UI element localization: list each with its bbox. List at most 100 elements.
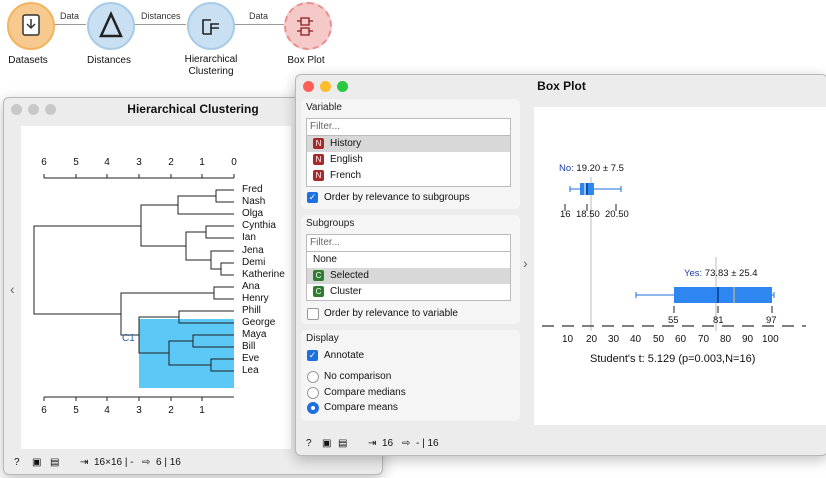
node-label: Hierarchical Clustering: [184, 54, 238, 77]
minimize-button[interactable]: [320, 81, 331, 92]
nominal-icon: N: [313, 169, 324, 181]
box-plot-chart[interactable]: [534, 107, 826, 425]
radio-label: Compare medians: [324, 387, 406, 398]
output-icon: ⇨: [402, 438, 411, 449]
axis-tick: 1: [199, 157, 205, 168]
no-annotation: No: 19.20 ± 7.5: [559, 163, 624, 174]
leaf-label[interactable]: Ian: [242, 232, 256, 244]
axis-tick: 30: [608, 334, 620, 345]
axis-tick: 90: [742, 334, 754, 345]
report-icon[interactable]: ▤: [338, 438, 347, 449]
input-summary: 16: [382, 438, 394, 449]
boxplot-node[interactable]: [284, 2, 332, 50]
quartile-label: 16: [560, 209, 571, 220]
list-item[interactable]: N French: [307, 168, 510, 184]
save-icon[interactable]: ▣: [322, 438, 331, 449]
checkbox-label: Order by relevance to subgroups: [324, 192, 470, 203]
variable-list[interactable]: Filter... N History N English N French: [306, 118, 511, 187]
close-button[interactable]: [303, 81, 314, 92]
report-icon[interactable]: ▤: [50, 457, 59, 468]
quartile-label: 55: [668, 315, 679, 326]
datasets-node[interactable]: [7, 2, 55, 50]
zoom-button[interactable]: [45, 104, 56, 115]
axis-tick: 6: [41, 405, 47, 416]
workflow-link[interactable]: [52, 24, 86, 25]
axis-tick: 40: [630, 334, 642, 345]
order-by-relevance-variable-checkbox[interactable]: [307, 308, 319, 320]
axis-tick: 2: [168, 157, 174, 168]
item-label: None: [313, 254, 337, 265]
link-label: Data: [60, 11, 80, 21]
section-title: Subgroups: [306, 218, 355, 229]
dendrogram-panel: 6 5 4 3 2 1 0 6 5 4 3 2 1 C1 Fred Nash O…: [21, 126, 291, 449]
help-icon[interactable]: ?: [306, 438, 312, 449]
section-title: Display: [306, 333, 339, 344]
axis-tick: 1: [199, 405, 205, 416]
leaf-label[interactable]: Phill: [242, 305, 261, 317]
group-name: No:: [559, 163, 574, 174]
minimize-button[interactable]: [28, 104, 39, 115]
list-item[interactable]: N History: [307, 136, 510, 152]
variable-filter-input[interactable]: Filter...: [307, 119, 510, 136]
distances-node[interactable]: [87, 2, 135, 50]
leaf-label[interactable]: Henry: [242, 293, 269, 305]
order-by-relevance-checkbox[interactable]: ✓: [307, 192, 318, 203]
leaf-label[interactable]: George: [242, 317, 275, 329]
nominal-icon: N: [313, 137, 324, 149]
save-icon[interactable]: ▣: [32, 457, 41, 468]
median-label: 81: [713, 315, 724, 326]
leaf-label[interactable]: Jena: [242, 245, 264, 257]
box-plot-area: No: 19.20 ± 7.5 16 18.50 20.50 Yes: 73.8…: [534, 107, 826, 425]
checkbox-label: Annotate: [324, 350, 365, 361]
workflow-link[interactable]: [234, 24, 284, 25]
leaf-label[interactable]: Olga: [242, 208, 263, 220]
leaf-label[interactable]: Nash: [242, 196, 265, 208]
no-comparison-radio[interactable]: [307, 371, 319, 383]
axis-tick: 5: [73, 157, 79, 168]
leaf-label[interactable]: Lea: [242, 365, 259, 377]
compare-means-radio[interactable]: [307, 402, 319, 414]
item-label: History: [330, 138, 362, 149]
expand-left-icon[interactable]: ‹: [10, 281, 15, 297]
compare-medians-radio[interactable]: [307, 387, 319, 399]
display-panel: Display ✓ Annotate No comparison Compare…: [301, 330, 520, 421]
hierarchical-node[interactable]: [187, 2, 235, 50]
zoom-button[interactable]: [337, 81, 348, 92]
leaf-label[interactable]: Bill: [242, 341, 255, 353]
variable-panel: Variable Filter... N History N English N Fr…: [301, 99, 520, 209]
quartile-label: 20.50: [605, 209, 629, 220]
window-title: Box Plot: [537, 79, 586, 93]
output-summary: - | 16: [416, 438, 439, 449]
list-item[interactable]: N English: [307, 152, 510, 168]
list-item[interactable]: C Selected: [307, 268, 510, 284]
leaf-label[interactable]: Ana: [242, 281, 260, 293]
annotate-checkbox[interactable]: ✓: [307, 350, 318, 361]
leaf-label[interactable]: Demi: [242, 257, 265, 269]
output-icon: ⇨: [142, 457, 151, 468]
item-label: Selected: [330, 270, 369, 281]
axis-tick: 0: [231, 157, 237, 168]
list-item[interactable]: None: [307, 252, 510, 268]
leaf-label[interactable]: Cynthia: [242, 220, 276, 232]
link-label: Data: [249, 11, 269, 21]
leaf-label[interactable]: Eve: [242, 353, 259, 365]
link-label: Distances: [141, 11, 181, 21]
axis-tick: 50: [653, 334, 665, 345]
subgroups-filter-input[interactable]: Filter...: [307, 235, 510, 252]
subgroups-list[interactable]: Filter... None C Selected C Cluster: [306, 234, 511, 301]
subgroups-panel: Subgroups Filter... None C Selected C Clus…: [301, 215, 520, 324]
nominal-icon: N: [313, 153, 324, 165]
item-label: French: [330, 170, 362, 181]
input-icon: ⇥: [368, 438, 377, 449]
close-button[interactable]: [11, 104, 22, 115]
help-icon[interactable]: ?: [14, 457, 20, 468]
workflow-link[interactable]: [134, 24, 186, 25]
collapse-arrow-icon[interactable]: ›: [523, 255, 528, 271]
output-summary: 6 | 16: [156, 457, 181, 468]
axis-tick: 2: [168, 405, 174, 416]
axis-tick: 100: [762, 334, 779, 345]
leaf-label[interactable]: Katherine: [242, 269, 285, 281]
leaf-label[interactable]: Maya: [242, 329, 266, 341]
list-item[interactable]: C Cluster: [307, 284, 510, 300]
leaf-label[interactable]: Fred: [242, 184, 263, 196]
